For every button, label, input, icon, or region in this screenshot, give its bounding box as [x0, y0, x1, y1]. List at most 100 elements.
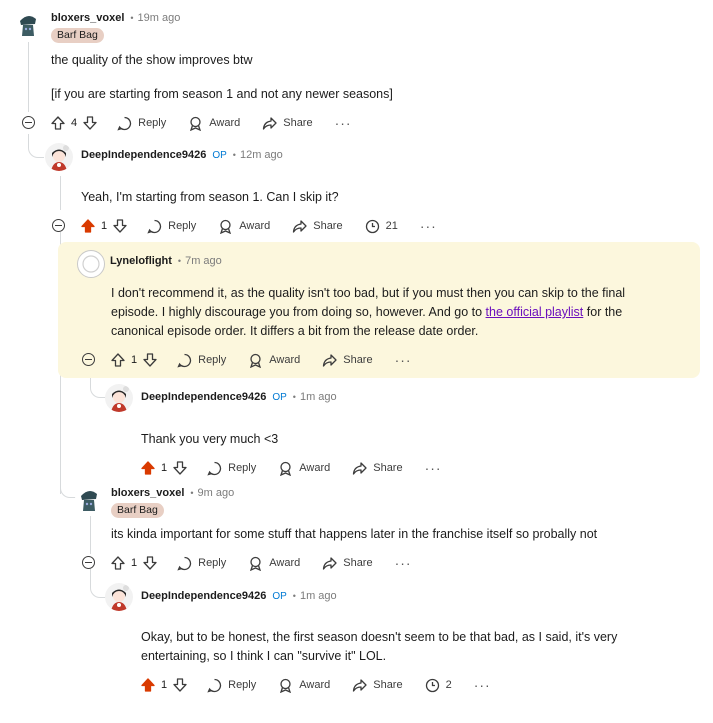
award-icon — [250, 353, 262, 368]
upvote-icon[interactable] — [141, 678, 155, 692]
avatar[interactable] — [77, 250, 105, 278]
timestamp[interactable]: 12m ago — [240, 149, 283, 161]
reply-label: Reply — [198, 354, 227, 366]
share-button[interactable]: Share — [292, 219, 343, 234]
thread-count-icon — [365, 219, 379, 233]
share-icon — [323, 556, 337, 570]
share-button[interactable]: Share — [322, 353, 373, 368]
reply-button[interactable]: Reply — [207, 678, 256, 693]
reply-button[interactable]: Reply — [117, 116, 166, 131]
award-button[interactable]: Award — [278, 461, 330, 476]
downvote-icon[interactable] — [83, 116, 97, 130]
timestamp[interactable]: 1m ago — [300, 590, 337, 602]
award-button[interactable]: Award — [248, 353, 300, 368]
username[interactable]: bloxers_voxel — [51, 12, 124, 24]
upvote-icon[interactable] — [111, 353, 125, 367]
upvote-icon[interactable] — [81, 219, 95, 233]
collapse-icon[interactable] — [52, 219, 65, 232]
award-icon — [250, 556, 262, 571]
reply-button[interactable]: Reply — [177, 556, 226, 571]
separator-dot: • — [130, 13, 134, 23]
more-icon[interactable]: ··· — [395, 353, 412, 367]
downvote-icon[interactable] — [173, 678, 187, 692]
upvote-icon[interactable] — [111, 556, 125, 570]
downvote-icon[interactable] — [143, 353, 157, 367]
timestamp[interactable]: 1m ago — [300, 391, 337, 403]
award-label: Award — [269, 354, 301, 366]
downvote-icon[interactable] — [173, 461, 187, 475]
comment-body: Thank you very much <3 — [141, 432, 279, 446]
reply-button[interactable]: Reply — [177, 353, 226, 368]
comment-body: I don't recommend it, as the quality isn… — [111, 284, 671, 341]
playlist-link[interactable]: the official playlist — [486, 305, 584, 319]
comment-body: its kinda important for some stuff that … — [111, 527, 598, 541]
comment-body: Okay, but to be honest, the first season… — [141, 630, 618, 663]
share-label: Share — [343, 557, 373, 569]
reply-icon — [117, 116, 132, 131]
share-label: Share — [373, 679, 403, 691]
award-button[interactable]: Award — [248, 556, 300, 571]
share-label: Share — [313, 220, 343, 232]
avatar[interactable] — [105, 384, 133, 412]
reply-icon — [147, 219, 162, 234]
separator-dot: • — [232, 150, 236, 160]
upvote-icon[interactable] — [141, 461, 155, 475]
comment-header: DeepIndependence9426 OP • 12m ago — [81, 149, 283, 161]
comment-actions: 1 Reply Award Share 21 ··· — [81, 216, 437, 236]
avatar[interactable] — [75, 485, 103, 513]
share-button[interactable]: Share — [352, 461, 403, 476]
upvote-icon[interactable] — [51, 116, 65, 130]
share-icon — [263, 116, 277, 130]
collapse-icon[interactable] — [22, 116, 35, 129]
username[interactable]: DeepIndependence9426 — [81, 149, 206, 161]
more-icon[interactable]: ··· — [420, 219, 437, 233]
award-label: Award — [239, 220, 271, 232]
comment-header: bloxers_voxel • 19m ago — [51, 12, 180, 24]
username[interactable]: DeepIndependence9426 — [141, 590, 266, 602]
reply-button[interactable]: Reply — [147, 219, 196, 234]
comment-actions: 1 Reply Award Share ··· — [111, 350, 412, 370]
award-button[interactable]: Award — [278, 678, 330, 693]
avatar[interactable] — [45, 143, 73, 171]
collapse-icon[interactable] — [82, 353, 95, 366]
award-button[interactable]: Award — [218, 219, 270, 234]
more-icon[interactable]: ··· — [395, 556, 412, 570]
vote-count: 1 — [101, 220, 108, 232]
reply-button[interactable]: Reply — [207, 461, 256, 476]
avatar[interactable] — [14, 10, 42, 38]
user-flair: Barf Bag — [51, 28, 104, 43]
comment-header: DeepIndependence9426 OP • 1m ago — [141, 590, 337, 602]
downvote-icon[interactable] — [113, 219, 127, 233]
share-button[interactable]: Share — [262, 116, 313, 131]
user-flair: Barf Bag — [111, 503, 164, 518]
thread-count-value: 21 — [385, 220, 398, 232]
thread-count-icon — [425, 678, 439, 692]
username[interactable]: bloxers_voxel — [111, 487, 184, 499]
more-icon[interactable]: ··· — [335, 116, 352, 130]
more-icon[interactable]: ··· — [474, 678, 491, 692]
comment-header: Lyneloflight • 7m ago — [110, 255, 222, 267]
share-icon — [353, 461, 367, 475]
comment-actions: 1 Reply Award Share ··· — [111, 553, 412, 573]
reply-label: Reply — [168, 220, 197, 232]
more-icon[interactable]: ··· — [425, 461, 442, 475]
share-label: Share — [343, 354, 373, 366]
timestamp[interactable]: 19m ago — [138, 12, 181, 24]
avatar[interactable] — [105, 583, 133, 611]
collapse-icon[interactable] — [82, 556, 95, 569]
award-label: Award — [299, 679, 331, 691]
reply-label: Reply — [228, 679, 257, 691]
username[interactable]: Lyneloflight — [110, 255, 172, 267]
timestamp[interactable]: 7m ago — [185, 255, 222, 267]
thread-count[interactable]: 21 — [365, 219, 398, 234]
thread-count[interactable]: 2 — [425, 678, 452, 693]
separator-dot: • — [292, 591, 296, 601]
share-button[interactable]: Share — [352, 678, 403, 693]
share-button[interactable]: Share — [322, 556, 373, 571]
downvote-icon[interactable] — [143, 556, 157, 570]
award-label: Award — [299, 462, 331, 474]
award-button[interactable]: Award — [188, 116, 240, 131]
award-label: Award — [209, 117, 241, 129]
timestamp[interactable]: 9m ago — [198, 487, 235, 499]
username[interactable]: DeepIndependence9426 — [141, 391, 266, 403]
